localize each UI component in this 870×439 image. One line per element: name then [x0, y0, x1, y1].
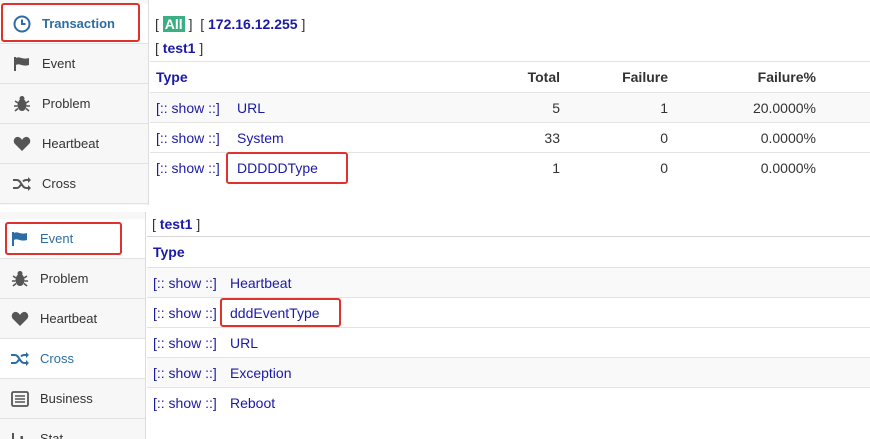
domain-title: [ test1 ]	[152, 216, 200, 232]
sidebar-item-stat[interactable]: Stat	[0, 419, 145, 439]
type-link[interactable]: DDDDDType	[237, 160, 318, 176]
type-link[interactable]: Exception	[230, 365, 291, 381]
sidebar-item-cross[interactable]: Cross	[0, 339, 145, 379]
flag-icon	[12, 54, 32, 74]
show-link[interactable]: [:: show ::]	[153, 275, 217, 291]
domain-name: test1	[162, 40, 196, 56]
column-header-failure[interactable]: Failure	[580, 69, 668, 85]
bracket: [	[155, 40, 159, 56]
total-value: 33	[544, 130, 560, 146]
sidebar-item-label: Problem	[40, 271, 89, 286]
heart-icon	[10, 309, 30, 329]
show-link[interactable]: [:: show ::]	[156, 160, 220, 176]
table-header: Type Total Failure Failure%	[150, 61, 870, 91]
sidebar-item-label: Heartbeat	[42, 136, 100, 151]
sidebar-item-label: Stat	[40, 431, 64, 439]
total-value: 5	[552, 100, 560, 116]
domain-name: test1	[159, 216, 193, 232]
sidebar-item-label: Problem	[42, 96, 91, 111]
sidebar-item-heartbeat[interactable]: Heartbeat	[0, 299, 145, 339]
table-row: [:: show ::] Reboot	[147, 387, 870, 417]
sidebar-item-label: Cross	[42, 176, 76, 191]
table-row: [:: show ::] Exception	[147, 357, 870, 387]
total-value: 1	[552, 160, 560, 176]
column-header-failure-pct[interactable]: Failure%	[710, 69, 816, 85]
table-row: [:: show ::] Heartbeat	[147, 267, 870, 297]
sidebar-item-problem[interactable]: Problem	[0, 84, 148, 124]
bracket: [	[155, 16, 159, 32]
column-header-type[interactable]: Type	[156, 69, 188, 85]
shuffle-icon	[10, 349, 30, 369]
type-link[interactable]: URL	[237, 100, 265, 116]
sidebar: Transaction Event Problem Heartbeat Cros…	[0, 0, 149, 205]
panel-separator	[0, 205, 870, 212]
sidebar-item-heartbeat[interactable]: Heartbeat	[0, 124, 148, 164]
type-link[interactable]: URL	[230, 335, 258, 351]
table-row: [:: show ::] System 33 0 0.0000%	[150, 122, 870, 152]
event-report: [ test1 ] Type [:: show ::] Heartbeat [:…	[147, 212, 870, 439]
list-icon	[10, 389, 30, 409]
transaction-report: [ All ] [ 172.16.12.255 ] [ test1 ] Type…	[150, 0, 870, 205]
show-link[interactable]: [:: show ::]	[153, 335, 217, 351]
heart-icon	[12, 134, 32, 154]
failure-value: 0	[660, 130, 668, 146]
filter-all-link[interactable]: All	[162, 16, 185, 32]
sidebar: Event Problem Heartbeat Cross Business S…	[0, 212, 146, 439]
type-link[interactable]: dddEventType	[230, 305, 320, 321]
table-row: [:: show ::] URL 5 1 20.0000%	[150, 92, 870, 122]
sidebar-item-label: Business	[40, 391, 93, 406]
bracket: ]	[188, 16, 193, 32]
bug-icon	[10, 269, 30, 289]
failure-pct-value: 0.0000%	[760, 130, 816, 146]
show-link[interactable]: [:: show ::]	[153, 305, 217, 321]
sidebar-item-business[interactable]: Business	[0, 379, 145, 419]
failure-value: 1	[660, 100, 668, 116]
table-row: [:: show ::] DDDDDType 1 0 0.0000%	[150, 152, 870, 182]
sidebar-item-label: Cross	[40, 351, 74, 366]
bracket: ]	[199, 40, 204, 56]
sidebar-item-event[interactable]: Event	[0, 44, 148, 84]
chart-icon	[10, 429, 30, 439]
sidebar-item-problem[interactable]: Problem	[0, 259, 145, 299]
clock-icon	[12, 14, 32, 34]
type-link[interactable]: Reboot	[230, 395, 275, 411]
sidebar-item-transaction[interactable]: Transaction	[0, 4, 148, 44]
sidebar-item-label: Transaction	[42, 16, 115, 31]
type-link[interactable]: System	[237, 130, 284, 146]
shuffle-icon	[12, 174, 32, 194]
sidebar-item-label: Event	[40, 231, 74, 246]
show-link[interactable]: [:: show ::]	[156, 100, 220, 116]
bug-icon	[12, 94, 32, 114]
failure-value: 0	[660, 160, 668, 176]
sidebar-item-cross[interactable]: Cross	[0, 164, 148, 204]
table-row: [:: show ::] URL	[147, 327, 870, 357]
failure-pct-value: 20.0000%	[752, 100, 816, 116]
bracket: ]	[301, 16, 306, 32]
show-link[interactable]: [:: show ::]	[153, 395, 217, 411]
table-row: [:: show ::] dddEventType	[147, 297, 870, 327]
filter-ip-link[interactable]: 172.16.12.255	[208, 16, 298, 32]
column-header-type[interactable]: Type	[153, 244, 185, 260]
show-link[interactable]: [:: show ::]	[156, 130, 220, 146]
bracket: [	[200, 16, 205, 32]
flag-icon	[10, 229, 30, 249]
table-header: Type	[147, 236, 870, 266]
failure-pct-value: 0.0000%	[760, 160, 816, 176]
sidebar-item-label: Heartbeat	[40, 311, 98, 326]
filter-bar: [ All ] [ 172.16.12.255 ]	[155, 16, 305, 32]
type-link[interactable]: Heartbeat	[230, 275, 291, 291]
event-panel: Event Problem Heartbeat Cross Business S…	[0, 212, 870, 439]
show-link[interactable]: [:: show ::]	[153, 365, 217, 381]
sidebar-item-event[interactable]: Event	[0, 219, 145, 259]
bracket: ]	[196, 216, 201, 232]
column-header-total[interactable]: Total	[480, 69, 560, 85]
transaction-panel: Transaction Event Problem Heartbeat Cros…	[0, 0, 870, 205]
bracket: [	[152, 216, 156, 232]
sidebar-item-label: Event	[42, 56, 76, 71]
domain-title: [ test1 ]	[155, 40, 203, 56]
